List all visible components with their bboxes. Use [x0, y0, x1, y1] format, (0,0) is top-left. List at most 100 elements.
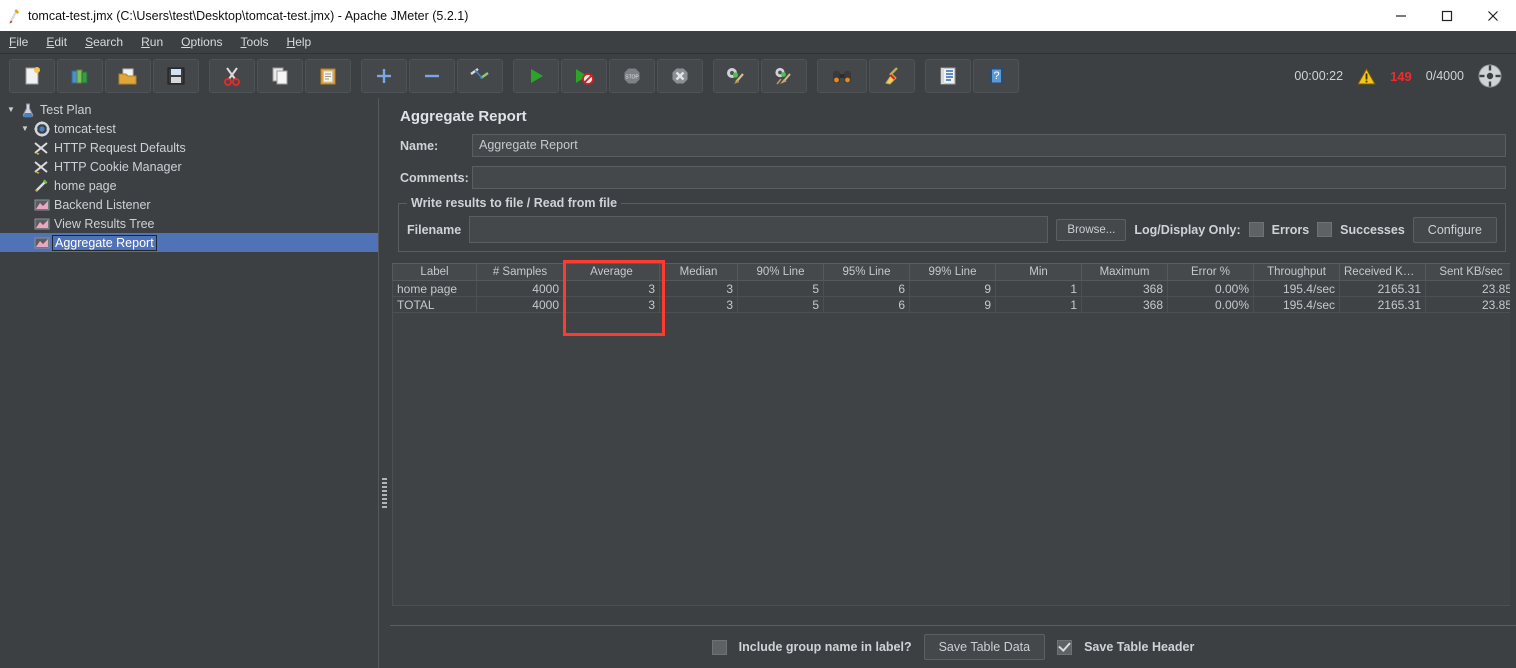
cell-average: 3: [563, 280, 660, 297]
minimize-button[interactable]: [1378, 0, 1424, 31]
open-button[interactable]: [105, 59, 151, 93]
tree-item-http-request-defaults[interactable]: HTTP Request Defaults: [0, 138, 378, 157]
help-button[interactable]: ?: [973, 59, 1019, 93]
tree-item-home-page[interactable]: home page: [0, 176, 378, 195]
shutdown-button[interactable]: [657, 59, 703, 93]
menu-search[interactable]: Search: [76, 33, 132, 51]
save-table-header-checkbox[interactable]: [1057, 639, 1073, 655]
col-95-line[interactable]: 95% Line: [823, 264, 910, 281]
binoculars-icon: [833, 71, 851, 83]
toggle-button[interactable]: [457, 59, 503, 93]
col-error-percent[interactable]: Error %: [1167, 264, 1254, 281]
table-header-row: Label # Samples Average Median 90% Line …: [392, 264, 1516, 281]
warning-triangle-icon[interactable]: [1357, 67, 1376, 85]
tree-item-label: Test Plan: [40, 102, 92, 117]
col-sent-kb[interactable]: Sent KB/sec: [1425, 264, 1516, 281]
menu-bar: File Edit Search Run Options Tools Help: [0, 31, 1516, 54]
tree-item-view-results-tree[interactable]: View Results Tree: [0, 214, 378, 233]
col-99-line[interactable]: 99% Line: [909, 264, 996, 281]
configure-button[interactable]: Configure: [1412, 216, 1497, 243]
menu-help[interactable]: Help: [278, 33, 321, 51]
right-edge: [1510, 98, 1516, 668]
function-helper-button[interactable]: [925, 59, 971, 93]
collapse-all-button[interactable]: [409, 59, 455, 93]
scissors-icon: [224, 67, 240, 86]
comments-row: Comments:: [400, 166, 1506, 189]
tree-item-backend-listener[interactable]: Backend Listener: [0, 195, 378, 214]
splitter-grip[interactable]: [382, 478, 387, 508]
save-table-header-label: Save Table Header: [1084, 640, 1195, 654]
clear-all-button[interactable]: [761, 59, 807, 93]
comments-input[interactable]: [472, 166, 1506, 189]
menu-edit[interactable]: Edit: [37, 33, 76, 51]
errors-checkbox[interactable]: [1248, 222, 1264, 237]
col-samples[interactable]: # Samples: [476, 264, 564, 281]
connection-dots-icon[interactable]: [1478, 64, 1502, 88]
save-table-data-button[interactable]: Save Table Data: [923, 634, 1046, 660]
aggregate-table: Label # Samples Average Median 90% Line …: [392, 264, 1516, 313]
menu-run[interactable]: Run: [132, 33, 172, 51]
start-no-pauses-button[interactable]: [561, 59, 607, 93]
filename-label: Filename: [407, 222, 462, 237]
expand-all-button[interactable]: [361, 59, 407, 93]
col-median[interactable]: Median: [659, 264, 738, 281]
name-input[interactable]: [472, 134, 1506, 157]
toggle-pencils-icon: [470, 68, 489, 79]
successes-checkbox[interactable]: [1317, 222, 1333, 237]
tree-item-aggregate-report[interactable]: Aggregate Report: [0, 233, 378, 252]
menu-file[interactable]: File: [0, 33, 37, 51]
cell-90-line: 5: [737, 280, 824, 297]
paste-button[interactable]: [305, 59, 351, 93]
col-throughput[interactable]: Throughput: [1253, 264, 1340, 281]
cell-label: TOTAL: [392, 296, 477, 313]
cell-throughput: 195.4/sec: [1253, 296, 1340, 313]
cell-error-percent: 0.00%: [1167, 296, 1254, 313]
tree-item-http-cookie-manager[interactable]: HTTP Cookie Manager: [0, 157, 378, 176]
col-maximum[interactable]: Maximum: [1081, 264, 1168, 281]
elapsed-time: 00:00:22: [1294, 69, 1344, 83]
twisty-icon[interactable]: ▼: [18, 124, 32, 133]
copy-button[interactable]: [257, 59, 303, 93]
cut-button[interactable]: [209, 59, 255, 93]
table-row[interactable]: home page 4000 3 3 5 6 9 1 368 0.00% 195…: [392, 280, 1516, 297]
tree-item-label: home page: [54, 178, 117, 193]
col-label[interactable]: Label: [392, 264, 477, 281]
col-average[interactable]: Average: [563, 264, 660, 281]
cell-error-percent: 0.00%: [1167, 280, 1254, 297]
jmeter-feather-icon: [0, 0, 28, 31]
stop-sign-icon: STOP: [624, 68, 640, 84]
include-group-name-checkbox[interactable]: [711, 639, 727, 655]
svg-text:?: ?: [993, 70, 999, 82]
col-min[interactable]: Min: [995, 264, 1082, 281]
cell-min: 1: [995, 280, 1082, 297]
maximize-button[interactable]: [1424, 0, 1470, 31]
tree-item-test-plan[interactable]: ▼ Test Plan: [0, 100, 378, 119]
cell-samples: 4000: [476, 296, 564, 313]
filename-input[interactable]: [469, 216, 1049, 243]
search-button[interactable]: [817, 59, 867, 93]
browse-button[interactable]: Browse...: [1056, 218, 1127, 241]
reset-search-button[interactable]: [869, 59, 915, 93]
cell-95-line: 6: [823, 280, 910, 297]
col-received-kb[interactable]: Received KB/...: [1339, 264, 1426, 281]
start-button[interactable]: [513, 59, 559, 93]
save-button[interactable]: [153, 59, 199, 93]
twisty-icon[interactable]: ▼: [4, 105, 18, 114]
comments-label: Comments:: [400, 170, 469, 185]
menu-tools[interactable]: Tools: [232, 33, 278, 51]
tree-item-label: View Results Tree: [54, 216, 155, 231]
templates-button[interactable]: [57, 59, 103, 93]
cell-label: home page: [392, 280, 477, 297]
stop-button[interactable]: STOP: [609, 59, 655, 93]
table-row[interactable]: TOTAL 4000 3 3 5 6 9 1 368 0.00% 195.4/s…: [392, 296, 1516, 313]
cell-sent-kb: 23.85: [1425, 280, 1516, 297]
save-floppy-icon: [167, 67, 185, 85]
clear-button[interactable]: [713, 59, 759, 93]
menu-options[interactable]: Options: [172, 33, 231, 51]
col-90-line[interactable]: 90% Line: [737, 264, 824, 281]
new-button[interactable]: [9, 59, 55, 93]
tree-item-tomcat-test[interactable]: ▼ tomcat-test: [0, 119, 378, 138]
plus-icon: [377, 69, 391, 83]
close-button[interactable]: [1470, 0, 1516, 31]
svg-text:STOP: STOP: [625, 75, 639, 81]
